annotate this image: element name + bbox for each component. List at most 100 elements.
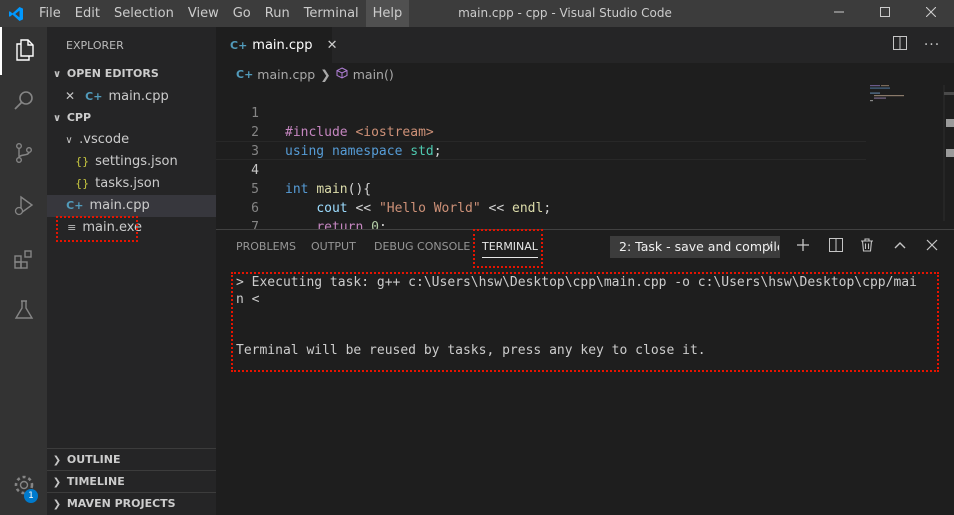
menu-selection[interactable]: Selection [107,0,181,27]
bottom-panel: PROBLEMS OUTPUT DEBUG CONSOLE TERMINAL 2… [216,229,954,515]
code-line: 6 return 0; [216,180,866,235]
chevron-down-icon: ∨ [52,69,62,80]
run-debug-button[interactable] [0,184,47,232]
section-header: TIMELINE [66,475,125,488]
timeline-section[interactable]: ❯ TIMELINE [47,470,216,492]
breadcrumb: C+ main.cpp ❯ main() [216,63,954,85]
cube-icon [336,66,348,82]
trash-icon [860,238,874,256]
tab-terminal-label: TERMINAL [482,240,538,253]
tree-item-main-cpp[interactable]: C+ main.cpp [47,195,216,217]
tab-problems[interactable]: PROBLEMS [236,230,296,264]
terminal-select[interactable]: 2: Task - save and compile ∨ [610,236,780,258]
split-editor-button[interactable] [886,27,914,63]
ellipsis-icon: ··· [923,37,941,53]
search-icon [12,88,36,116]
close-icon[interactable]: ✕ [47,85,75,107]
breadcrumb-symbol[interactable]: main() [353,67,394,82]
tree-item-label: main.exe [82,220,143,235]
chevron-down-icon: ∨ [65,135,73,146]
cpp-file-icon: C+ [236,67,254,81]
menu-run[interactable]: Run [258,0,297,27]
breadcrumb-file[interactable]: main.cpp [257,67,315,82]
maven-projects-section[interactable]: ❯ MAVEN PROJECTS [47,492,216,514]
open-editor-item[interactable]: ✕ C+ main.cpp [47,85,216,107]
split-terminal-button[interactable] [825,235,847,259]
terminal-output-line: n < [236,292,260,307]
tree-item-label: tasks.json [95,176,160,191]
cpp-file-icon: C+ [85,90,103,103]
code-editor[interactable]: 1 #include <iostream> 2 using namespace … [216,85,954,254]
extensions-icon [12,247,36,275]
manage-button[interactable]: 1 [0,463,47,511]
search-button[interactable] [0,78,47,126]
maximize-icon [880,6,890,21]
minimize-icon [834,6,844,21]
open-editors-section[interactable]: ∨ OPEN EDITORS [47,63,216,85]
new-terminal-button[interactable] [792,235,814,259]
code-line: 2 using namespace std; [216,104,866,159]
chevron-down-icon: ∨ [765,241,773,252]
code-line-current: 4 int main(){ [216,141,866,197]
maximize-button[interactable] [862,0,908,27]
source-control-icon [12,141,36,169]
close-panel-button[interactable] [921,235,943,259]
maximize-panel-button[interactable] [889,235,911,259]
outline-section[interactable]: ❯ OUTLINE [47,448,216,470]
explorer-sidebar: EXPLORER ∨ OPEN EDITORS ✕ C+ main.cpp ∨ C… [47,27,216,515]
json-file-icon: {} [75,155,90,168]
tree-item-label: main.cpp [89,198,150,213]
files-icon [13,37,37,65]
explorer-button[interactable] [0,27,47,75]
minimize-button[interactable] [816,0,862,27]
cpp-file-icon: C+ [230,38,248,52]
close-icon [926,239,938,255]
chevron-right-icon: ❯ [320,66,331,82]
folder-header: CPP [66,111,92,124]
menu-view[interactable]: View [181,0,226,27]
tab-terminal[interactable]: TERMINAL [482,230,538,264]
open-editors-header: OPEN EDITORS [66,67,159,80]
tab-debug-console[interactable]: DEBUG CONSOLE [374,230,470,264]
close-icon [925,6,937,21]
split-editor-icon [893,36,907,54]
chevron-right-icon: ❯ [52,477,62,488]
extensions-button[interactable] [0,237,47,285]
sidebar-title: EXPLORER [66,39,124,52]
file-lines-icon: ≡ [67,221,77,234]
plus-icon [796,238,810,256]
menu-file[interactable]: File [32,0,68,27]
close-window-button[interactable] [908,0,954,27]
terminal-output-line: > Executing task: g++ c:\Users\hsw\Deskt… [236,275,917,290]
tree-item-vscode-folder[interactable]: ∨ .vscode [47,129,216,151]
tree-item-label: .vscode [79,132,130,147]
split-terminal-icon [829,238,843,256]
activity-bar: 1 [0,27,47,515]
tree-item-settings-json[interactable]: {} settings.json [47,151,216,173]
menu-terminal[interactable]: Terminal [297,0,366,27]
chevron-down-icon: ∨ [52,113,62,124]
menu-go[interactable]: Go [226,0,258,27]
open-editor-label: main.cpp [108,89,169,104]
window-title: main.cpp - cpp - Visual Studio Code [458,6,672,20]
testing-button[interactable] [0,288,47,336]
json-file-icon: {} [75,177,90,190]
more-actions-button[interactable]: ··· [918,27,946,63]
section-header: OUTLINE [66,453,121,466]
source-control-button[interactable] [0,131,47,179]
tree-item-main-exe[interactable]: ≡ main.exe [47,217,216,239]
cpp-folder-section[interactable]: ∨ CPP [47,107,216,129]
section-header: MAVEN PROJECTS [66,497,176,510]
menu-bar: File Edit Selection View Go Run Terminal… [32,0,410,27]
tab-main-cpp[interactable]: C+ main.cpp ✕ [216,27,337,63]
minimap[interactable] [868,85,954,221]
code-line: 5 cout << "Hello World" << endl; [216,161,866,216]
run-debug-icon [12,194,36,222]
menu-edit[interactable]: Edit [68,0,107,27]
tree-item-tasks-json[interactable]: {} tasks.json [47,173,216,195]
kill-terminal-button[interactable] [856,235,878,259]
editor-scrollbar[interactable] [944,85,954,221]
tab-output[interactable]: OUTPUT [311,230,356,264]
close-icon[interactable]: ✕ [327,38,338,53]
terminal-select-value: 2: Task - save and compile [619,239,780,254]
